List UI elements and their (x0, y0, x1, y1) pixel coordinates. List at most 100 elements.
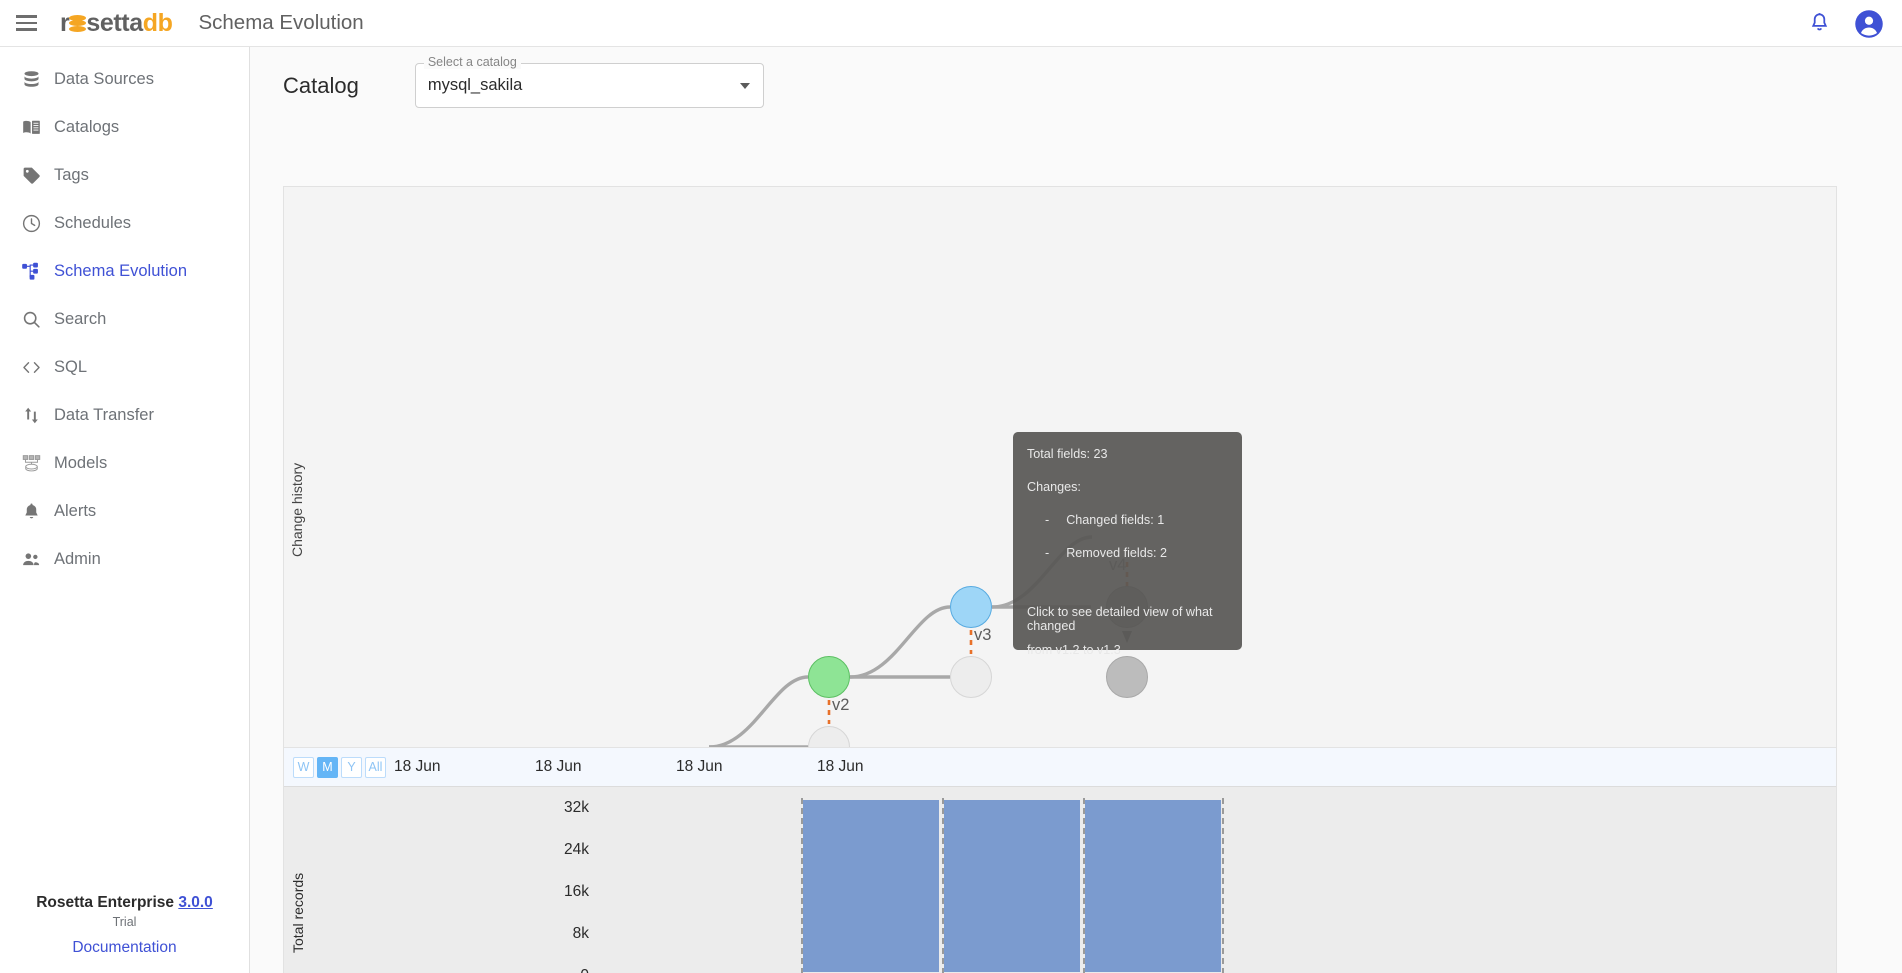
chart-bar-separator (942, 798, 944, 973)
top-bar-actions (1807, 0, 1884, 47)
timeline-tick-label: 18 Jun (676, 758, 723, 776)
schema-evolution-panel: Change history (283, 186, 1837, 973)
tooltip-changes-heading: Changes: (1027, 481, 1228, 495)
change-history-graph: Change history (284, 187, 1836, 747)
sidebar-item-label: SQL (54, 358, 87, 377)
documentation-link[interactable]: Documentation (0, 939, 249, 957)
catalog-select[interactable]: mysql_sakila (415, 63, 764, 108)
graph-node-v2[interactable] (808, 656, 850, 698)
main-content: Catalog Select a catalog mysql_sakila Ch… (250, 47, 1902, 973)
book-icon (8, 117, 54, 138)
account-avatar[interactable] (1854, 9, 1884, 39)
chart-y-axis-label: Total records (290, 873, 306, 953)
transfer-arrows-icon (8, 405, 54, 426)
top-app-bar: r setta db Schema Evolution (0, 0, 1902, 47)
timeline-tick-label: 18 Jun (394, 758, 441, 776)
chart-y-axis-ticks: 32k 24k 16k 8k 0 (539, 787, 589, 973)
database-disk-icon (69, 14, 86, 33)
sidebar-item-models[interactable]: Models (0, 439, 249, 487)
graph-shadow-node[interactable] (950, 656, 992, 698)
schema-tree-icon (8, 261, 54, 282)
people-icon (8, 549, 54, 570)
sidebar-item-tags[interactable]: Tags (0, 151, 249, 199)
timeline-bar: W M Y All 18 Jun 18 Jun 18 Jun 18 Jun (284, 747, 1836, 787)
app-root: r setta db Schema Evolution (0, 0, 1902, 973)
logo-text-right: db (143, 9, 173, 38)
clock-icon (8, 213, 54, 234)
total-records-chart: Total records 32k 24k 16k 8k 0 (284, 787, 1836, 973)
chart-y-tick: 24k (539, 841, 589, 859)
sidebar-item-catalogs[interactable]: Catalogs (0, 103, 249, 151)
range-button-all[interactable]: All (365, 757, 386, 778)
range-button-year[interactable]: Y (341, 757, 362, 778)
sidebar-item-alerts[interactable]: Alerts (0, 487, 249, 535)
logo-text-left: r (60, 9, 69, 38)
sidebar-nav: Data Sources Catalogs (0, 47, 250, 973)
tooltip-bullet-text: Removed fields: 2 (1066, 547, 1167, 561)
sidebar-item-list: Data Sources Catalogs (0, 47, 249, 583)
chart-bar[interactable] (803, 800, 939, 972)
tag-icon (8, 165, 54, 186)
bell-icon (8, 501, 54, 522)
catalog-heading: Catalog (283, 73, 359, 99)
search-icon (8, 309, 54, 330)
edition-label: Trial (0, 915, 249, 929)
sidebar-item-label: Catalogs (54, 118, 119, 137)
chart-bar[interactable] (1085, 800, 1221, 972)
graph-node-tooltip: Total fields: 23 Changes: - Changed fiel… (1013, 432, 1242, 650)
catalog-select-wrapper: Select a catalog mysql_sakila (415, 63, 764, 108)
catalog-select-legend: Select a catalog (424, 55, 521, 69)
page-title: Schema Evolution (198, 11, 363, 35)
sidebar-item-search[interactable]: Search (0, 295, 249, 343)
chart-bar-separator (1083, 798, 1085, 973)
chart-bar-separator (1222, 798, 1224, 973)
chart-y-tick: 8k (539, 925, 589, 943)
hamburger-menu-icon[interactable] (3, 0, 49, 47)
tooltip-bullet-marker: - (1045, 514, 1049, 528)
tooltip-bullet-row: - Changed fields: 1 (1045, 514, 1228, 528)
sidebar-item-label: Data Sources (54, 70, 154, 89)
sidebar-item-label: Admin (54, 550, 101, 569)
hamburger-bar (16, 15, 37, 18)
range-button-group: W M Y All (293, 757, 389, 778)
sidebar-item-admin[interactable]: Admin (0, 535, 249, 583)
version-link[interactable]: 3.0.0 (178, 894, 212, 911)
range-button-week[interactable]: W (293, 757, 314, 778)
notifications-bell-icon[interactable] (1807, 11, 1832, 36)
chart-bar-separator (801, 798, 803, 973)
sidebar-item-data-sources[interactable]: Data Sources (0, 55, 249, 103)
tooltip-bullet-marker: - (1045, 547, 1049, 561)
sidebar-item-label: Alerts (54, 502, 96, 521)
sidebar-item-schedules[interactable]: Schedules (0, 199, 249, 247)
product-version-line: Rosetta Enterprise 3.0.0 (0, 894, 249, 912)
sidebar-item-sql[interactable]: SQL (0, 343, 249, 391)
sidebar-item-data-transfer[interactable]: Data Transfer (0, 391, 249, 439)
chart-bar[interactable] (944, 800, 1080, 972)
sidebar-item-schema-evolution[interactable]: Schema Evolution (0, 247, 249, 295)
sidebar-footer: Rosetta Enterprise 3.0.0 Trial Documenta… (0, 894, 249, 957)
catalog-select-value: mysql_sakila (428, 76, 522, 95)
hamburger-bar (16, 28, 37, 31)
hamburger-bar (16, 22, 37, 25)
product-name: Rosetta Enterprise (36, 894, 174, 911)
tooltip-hint-line-2: from v1.2 to v1.3 (1027, 644, 1228, 658)
chart-y-tick: 16k (539, 883, 589, 901)
logo-text-mid: setta (86, 9, 142, 38)
database-icon (8, 69, 54, 90)
sidebar-item-label: Schedules (54, 214, 131, 233)
sidebar-item-label: Search (54, 310, 106, 329)
app-logo[interactable]: r setta db (60, 9, 172, 38)
catalog-selector-bar: Catalog Select a catalog mysql_sakila (250, 47, 1902, 124)
tooltip-bullet-row: - Removed fields: 2 (1045, 547, 1228, 561)
range-button-month[interactable]: M (317, 757, 338, 778)
sidebar-item-label: Data Transfer (54, 406, 154, 425)
chevron-down-icon[interactable] (740, 83, 750, 89)
tooltip-hint-line-1: Click to see detailed view of what chang… (1027, 606, 1228, 634)
sidebar-item-label: Models (54, 454, 107, 473)
timeline-tick-label: 18 Jun (535, 758, 582, 776)
models-icon (8, 453, 54, 474)
graph-node-v3[interactable] (950, 586, 992, 628)
graph-shadow-node-v4[interactable] (1106, 656, 1148, 698)
sidebar-item-label: Tags (54, 166, 89, 185)
tooltip-total-fields: Total fields: 23 (1027, 448, 1228, 462)
